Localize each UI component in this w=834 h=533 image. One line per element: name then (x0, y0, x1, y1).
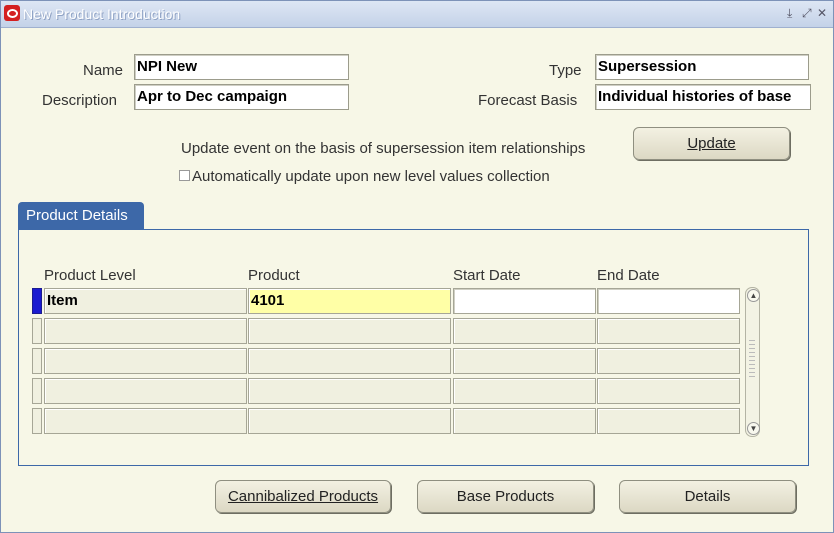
end-date-cell[interactable] (597, 378, 740, 404)
start-date-cell[interactable] (453, 288, 596, 314)
title-bar: New Product Introduction ⤓ ⤢ ✕ (1, 1, 833, 28)
product-level-cell[interactable] (44, 408, 247, 434)
type-field[interactable]: Supersession (595, 54, 809, 80)
oracle-logo-icon (4, 5, 20, 21)
product-level-cell[interactable] (44, 348, 247, 374)
start-date-cell[interactable] (453, 348, 596, 374)
window-title: New Product Introduction (23, 6, 181, 22)
product-cell[interactable] (248, 408, 451, 434)
row-indicator[interactable] (32, 348, 42, 374)
details-label: Details (684, 488, 731, 505)
product-cell[interactable]: 4101 (248, 288, 451, 314)
base-products-label: Base Products (456, 488, 555, 505)
column-header-product: Product (248, 267, 300, 284)
description-field[interactable]: Apr to Dec campaign (134, 84, 349, 110)
type-label: Type (549, 62, 582, 79)
update-button-label: Update (687, 135, 736, 152)
forecast-basis-field[interactable]: Individual histories of base (595, 84, 811, 110)
scroll-grip-icon[interactable] (749, 340, 755, 380)
auto-update-checkbox[interactable] (179, 170, 190, 181)
minimize-icon[interactable]: ⤓ (787, 6, 792, 20)
start-date-cell[interactable] (453, 408, 596, 434)
scroll-up-icon[interactable]: ▲ (747, 289, 760, 302)
table-scrollbar[interactable]: ▲ ▼ (745, 287, 760, 437)
product-cell[interactable] (248, 348, 451, 374)
maximize-icon[interactable]: ⤢ (802, 6, 812, 20)
row-indicator[interactable] (32, 378, 42, 404)
update-button[interactable]: Update (633, 127, 790, 160)
end-date-cell[interactable] (597, 288, 740, 314)
product-level-cell[interactable] (44, 318, 247, 344)
tab-product-details[interactable]: Product Details (18, 202, 144, 229)
details-button[interactable]: Details (619, 480, 796, 513)
description-label: Description (42, 92, 118, 109)
start-date-cell[interactable] (453, 318, 596, 344)
start-date-cell[interactable] (453, 378, 596, 404)
name-label: Name (83, 62, 124, 79)
product-cell[interactable] (248, 378, 451, 404)
row-indicator[interactable] (32, 288, 42, 314)
column-header-end-date: End Date (597, 267, 660, 284)
row-indicator[interactable] (32, 408, 42, 434)
end-date-cell[interactable] (597, 408, 740, 434)
forecast-basis-label: Forecast Basis (478, 92, 578, 109)
row-indicator[interactable] (32, 318, 42, 344)
update-description: Update event on the basis of supersessio… (181, 140, 586, 157)
column-header-start-date: Start Date (453, 267, 521, 284)
product-cell[interactable] (248, 318, 451, 344)
end-date-cell[interactable] (597, 348, 740, 374)
scroll-down-icon[interactable]: ▼ (747, 422, 760, 435)
cannibalized-products-button[interactable]: Cannibalized Products (215, 480, 391, 513)
auto-update-label: Automatically update upon new level valu… (192, 168, 550, 185)
base-products-button[interactable]: Base Products (417, 480, 594, 513)
end-date-cell[interactable] (597, 318, 740, 344)
product-level-cell[interactable] (44, 378, 247, 404)
close-icon[interactable]: ✕ (817, 6, 827, 20)
column-header-product-level: Product Level (44, 267, 136, 284)
product-level-cell[interactable]: Item (44, 288, 247, 314)
cannibalized-products-label: Cannibalized Products (227, 488, 379, 505)
name-field[interactable]: NPI New (134, 54, 349, 80)
